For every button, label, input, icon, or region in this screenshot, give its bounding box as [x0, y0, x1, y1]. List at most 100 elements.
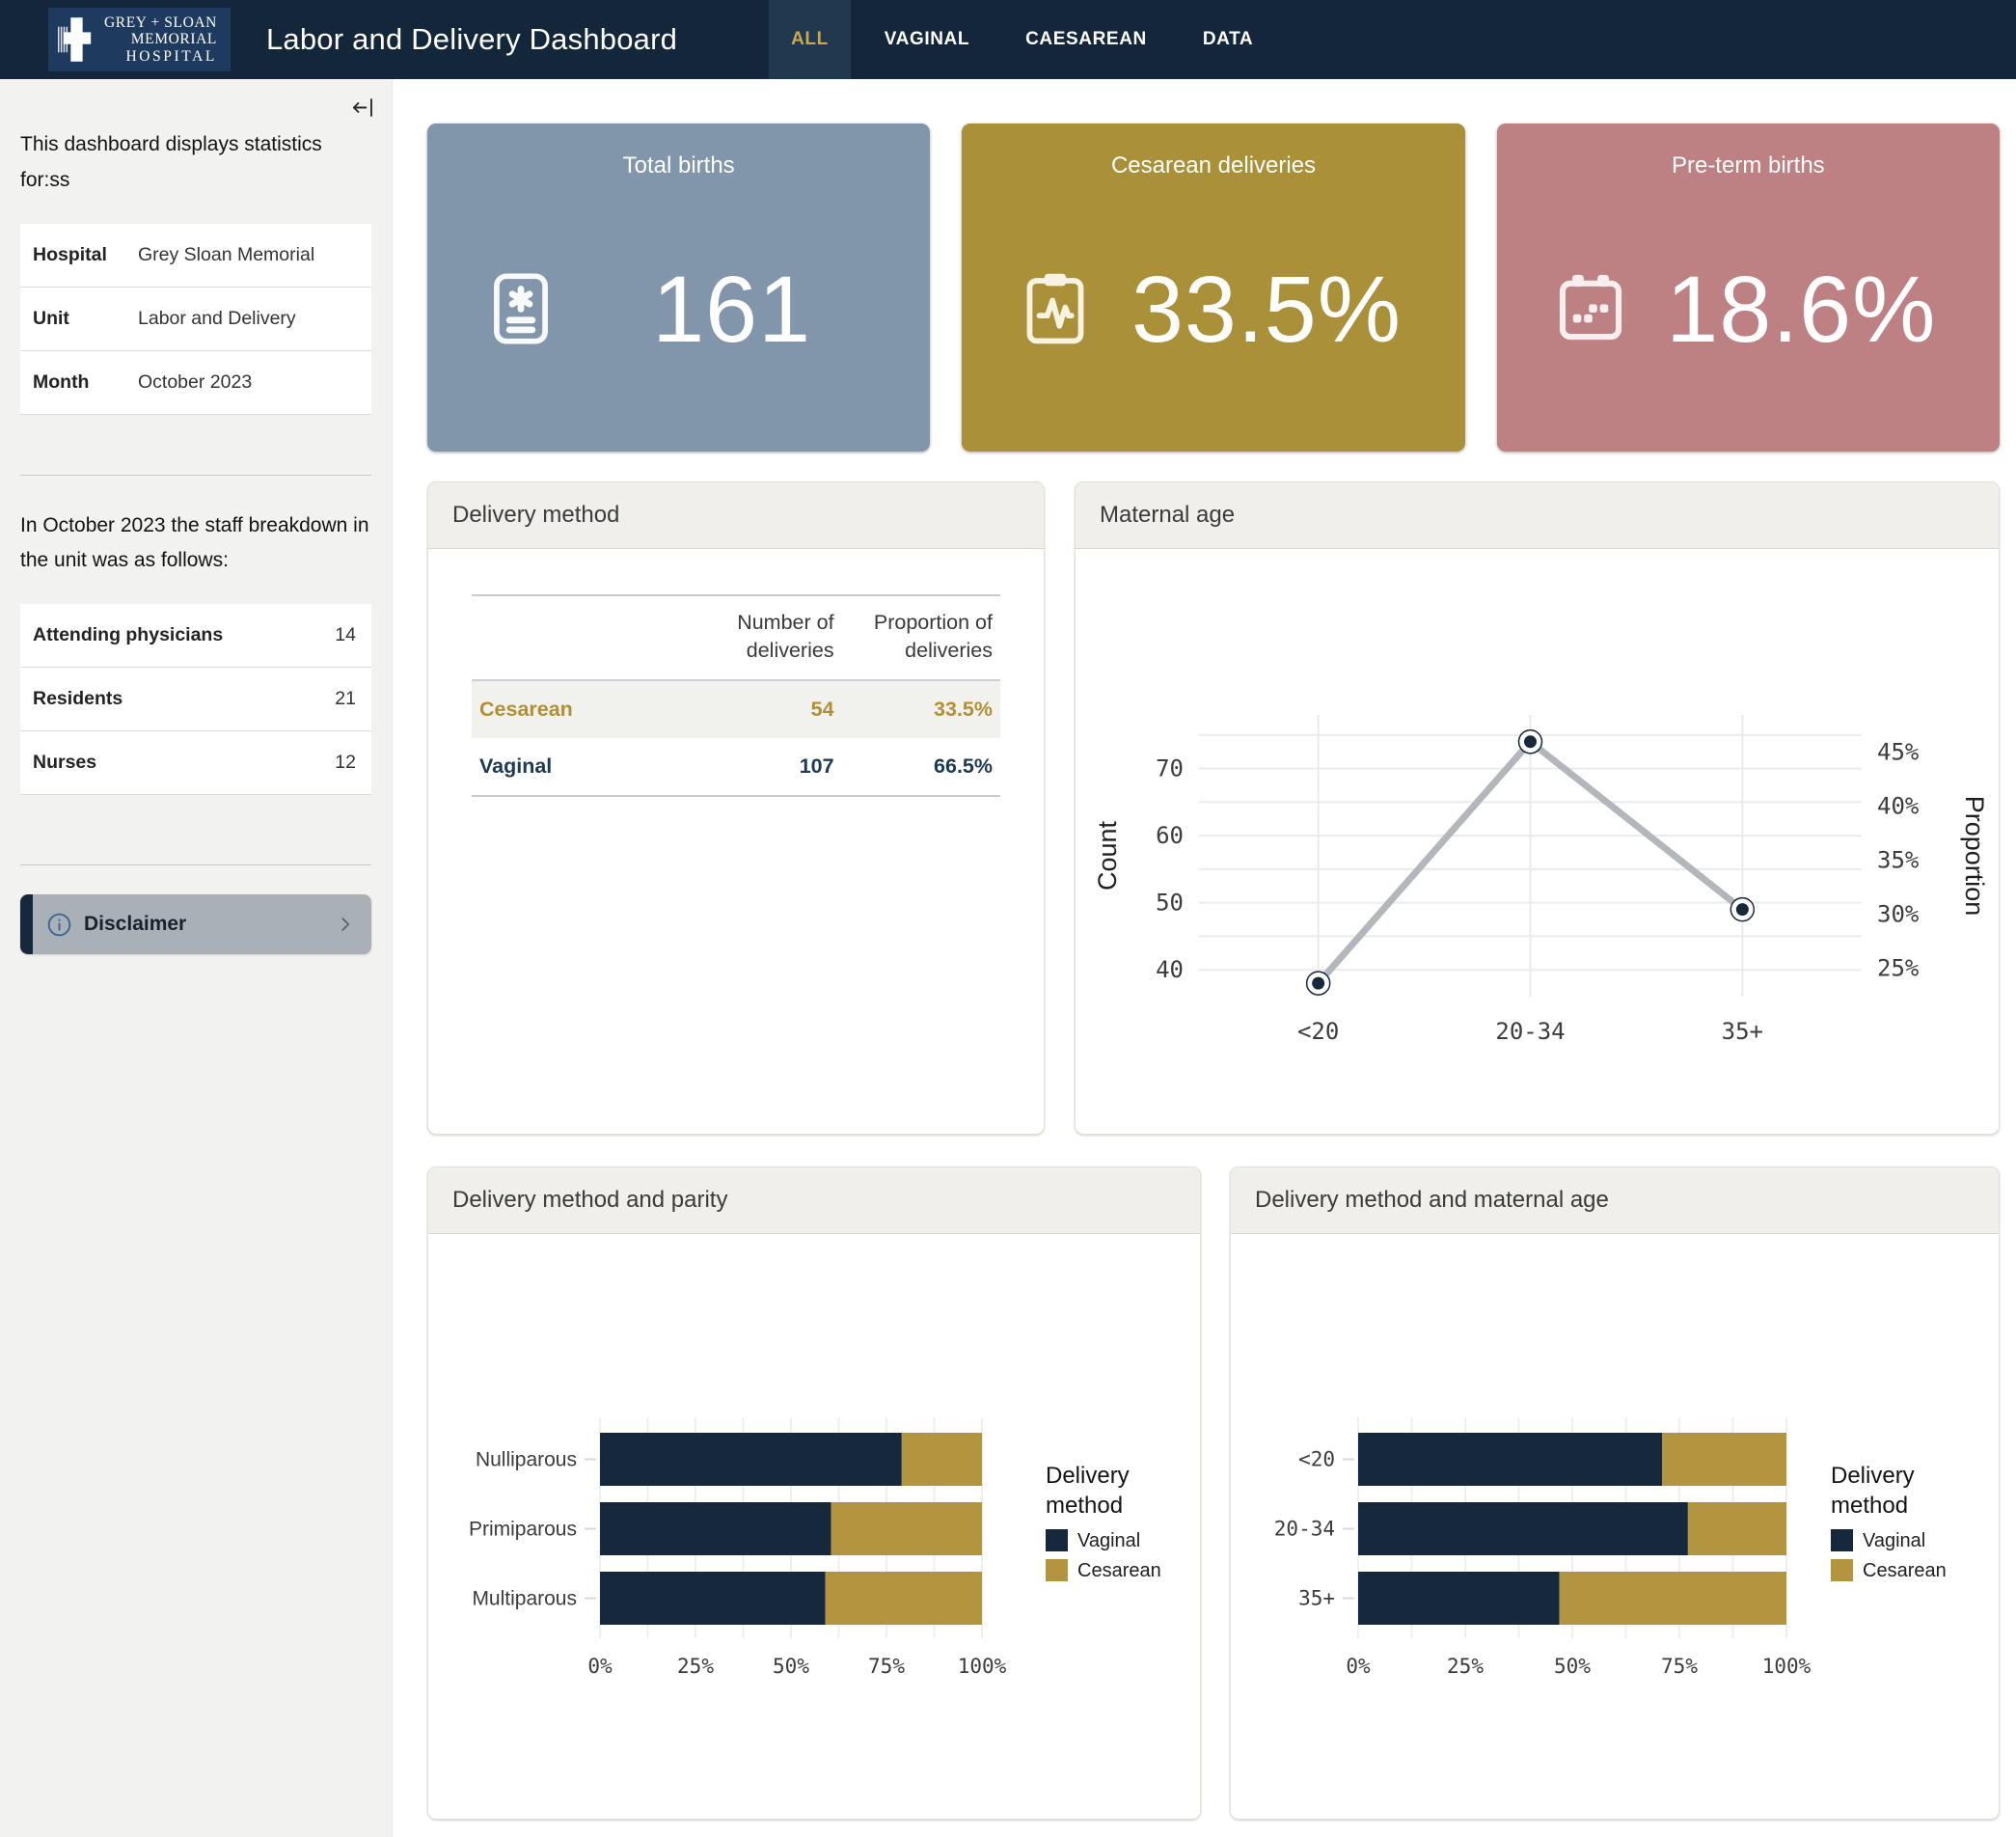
svg-text:0%: 0% — [587, 1655, 613, 1678]
table-row-vaginal: Vaginal 107 66.5% — [472, 738, 1000, 796]
vaginal-proportion: 66.5% — [842, 738, 1000, 796]
calendar-icon — [1549, 267, 1632, 350]
sidebar-divider — [20, 475, 371, 476]
logo-line-1: GREY + SLOAN — [104, 14, 217, 31]
bar-chart-svg: NulliparousPrimiparousMultiparous0%25%50… — [428, 1234, 1200, 1815]
table-row: Unit Labor and Delivery — [20, 287, 371, 350]
hospital-logo: GREY + SLOAN MEMORIAL HOSPITAL — [48, 8, 231, 71]
svg-text:45%: 45% — [1877, 739, 1920, 766]
bar-chart-svg: <20 20-34 35+ 0% 25% 50% 75% 100% Deliverymethod… — [1231, 1234, 1999, 1815]
row-label: Cesarean — [472, 680, 683, 738]
staff-label-attendings: Attending physicians — [20, 604, 309, 668]
table-row: Attending physicians 14 — [20, 604, 371, 668]
svg-text:Primiparous: Primiparous — [469, 1519, 577, 1541]
sidebar-collapse-icon[interactable] — [350, 95, 376, 121]
svg-text:25%: 25% — [1877, 954, 1920, 981]
maternal-age-line-chart: 4050607025%30%35%40%45%CountProportion<2… — [1076, 549, 1999, 1130]
delivery-method-card: Delivery method Number of deliveries Pro… — [427, 481, 1045, 1135]
card-title: Delivery method and maternal age — [1231, 1167, 1999, 1234]
age-delivery-card: Delivery method and maternal age <20 20-3… — [1230, 1166, 2000, 1820]
svg-text:50%: 50% — [773, 1655, 809, 1678]
staff-intro-text: In October 2023 the staff breakdown in t… — [20, 508, 371, 580]
delivery-method-table: Number of deliveries Proportion of deliv… — [472, 594, 1000, 797]
info-label-unit: Unit — [20, 287, 128, 350]
svg-text:70: 70 — [1156, 755, 1184, 782]
card-title: Delivery method and parity — [428, 1167, 1200, 1234]
svg-text:<20: <20 — [1297, 1018, 1339, 1045]
svg-text:20-34: 20-34 — [1495, 1018, 1565, 1045]
table-row: Residents 21 — [20, 668, 371, 731]
value-box-cesarean-deliveries: Cesarean deliveries 33.5% — [962, 123, 1464, 452]
table-row: Hospital Grey Sloan Memorial — [20, 224, 371, 288]
table-row: Nurses 12 — [20, 731, 371, 795]
svg-text:Cesarean: Cesarean — [1077, 1560, 1161, 1581]
sidebar-intro-text: This dashboard displays statistics for:s… — [20, 127, 371, 199]
value-box-preterm-births: Pre-term births — [1497, 123, 2000, 452]
svg-text:Deliverymethod: Deliverymethod — [1831, 1463, 1915, 1519]
tab-vaginal[interactable]: VAGINAL — [862, 0, 992, 79]
svg-text:100%: 100% — [1762, 1655, 1812, 1678]
svg-text:Multiparous: Multiparous — [472, 1588, 577, 1610]
staff-label-residents: Residents — [20, 668, 309, 731]
charts-row-1: Delivery method Number of deliveries Pro… — [427, 481, 2000, 1135]
disclaimer-label: Disclaimer — [84, 913, 186, 936]
clipboard-pulse-icon — [1014, 267, 1097, 350]
empty-header-cell — [472, 595, 683, 680]
info-value-unit: Labor and Delivery — [128, 287, 371, 350]
svg-text:35+: 35+ — [1722, 1018, 1763, 1045]
chevron-right-icon — [335, 914, 356, 935]
staff-value-attendings: 14 — [309, 604, 371, 668]
staff-value-nurses: 12 — [309, 731, 371, 795]
svg-text:Cesarean: Cesarean — [1863, 1560, 1947, 1581]
svg-text:75%: 75% — [1661, 1655, 1698, 1678]
svg-text:0%: 0% — [1346, 1655, 1371, 1678]
value-box-total-births: Total births 161 — [427, 123, 930, 452]
tab-all[interactable]: ALL — [769, 0, 851, 79]
col-header-number: Number of deliveries — [683, 595, 841, 680]
svg-text:Proportion: Proportion — [1960, 796, 1989, 917]
sidebar-divider — [20, 864, 371, 865]
svg-text:20-34: 20-34 — [1274, 1518, 1335, 1541]
parity-stacked-bar-chart: NulliparousPrimiparousMultiparous0%25%50… — [428, 1234, 1200, 1815]
nav-tabs: ALL VAGINAL CAESAREAN DATA — [769, 0, 1275, 79]
tab-data[interactable]: DATA — [1181, 0, 1275, 79]
vaginal-count: 107 — [683, 738, 841, 796]
info-label-month: Month — [20, 350, 128, 414]
col-header-proportion: Proportion of deliveries — [842, 595, 1000, 680]
svg-text:<20: <20 — [1298, 1448, 1335, 1471]
svg-text:50: 50 — [1156, 890, 1184, 917]
sidebar: This dashboard displays statistics for:s… — [0, 79, 393, 1837]
age-stacked-bar-chart: <20 20-34 35+ 0% 25% 50% 75% 100% Deliverymethod… — [1231, 1234, 1999, 1815]
svg-text:35+: 35+ — [1298, 1587, 1335, 1610]
disclaimer-accordion-button[interactable]: Disclaimer — [20, 894, 371, 954]
staff-value-residents: 21 — [309, 668, 371, 731]
dashboard-info-table: Hospital Grey Sloan Memorial Unit Labor … — [20, 224, 371, 415]
table-row: Month October 2023 — [20, 350, 371, 414]
page-title: Labor and Delivery Dashboard — [266, 22, 677, 57]
svg-text:40: 40 — [1156, 956, 1184, 983]
main-content: Total births 161 — [393, 79, 2016, 1837]
line-chart-svg: 4050607025%30%35%40%45%CountProportion<2… — [1076, 549, 1999, 1130]
svg-text:Vaginal: Vaginal — [1077, 1530, 1140, 1551]
svg-text:40%: 40% — [1877, 793, 1920, 820]
info-value-hospital: Grey Sloan Memorial — [128, 224, 371, 288]
row-label: Vaginal — [472, 738, 683, 796]
svg-text:50%: 50% — [1554, 1655, 1591, 1678]
svg-text:25%: 25% — [677, 1655, 714, 1678]
hospital-logo-text: GREY + SLOAN MEMORIAL HOSPITAL — [104, 14, 217, 64]
info-icon — [46, 912, 72, 938]
maternal-age-card: Maternal age 4050607025%30%35%40%45%Coun… — [1075, 481, 2000, 1135]
svg-text:Vaginal: Vaginal — [1863, 1530, 1925, 1551]
hospital-cross-icon — [58, 14, 95, 65]
svg-text:30%: 30% — [1877, 900, 1920, 927]
cesarean-count: 54 — [683, 680, 841, 738]
charts-row-2: Delivery method and parity NulliparousPr… — [427, 1166, 2000, 1820]
tab-caesarean[interactable]: CAESAREAN — [1003, 0, 1169, 79]
svg-text:Deliverymethod: Deliverymethod — [1046, 1463, 1130, 1519]
svg-text:25%: 25% — [1447, 1655, 1484, 1678]
svg-text:Count: Count — [1093, 820, 1122, 891]
staff-table: Attending physicians 14 Residents 21 Nur… — [20, 604, 371, 795]
svg-text:75%: 75% — [868, 1655, 905, 1678]
table-row-cesarean: Cesarean 54 33.5% — [472, 680, 1000, 738]
file-medical-icon — [479, 267, 562, 350]
